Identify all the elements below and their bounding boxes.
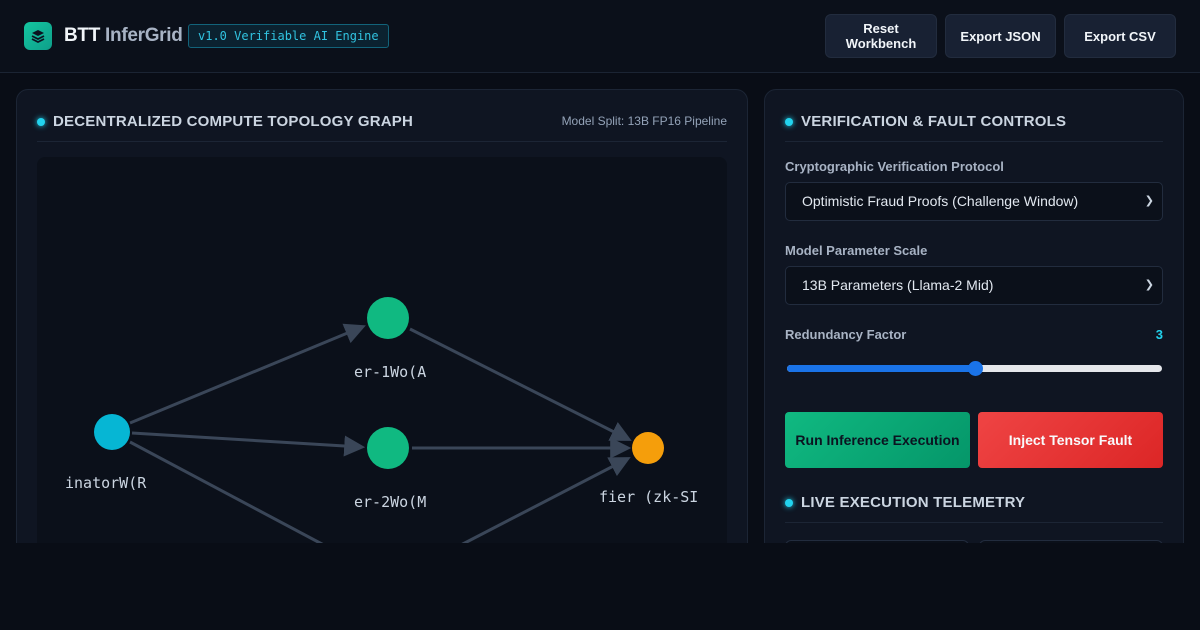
edge-coordinator-worker2 — [131, 431, 366, 457]
status-dot-icon — [785, 117, 793, 126]
protocol-label: Cryptographic Verification Protocol — [785, 159, 1004, 174]
controls-title: VERIFICATION & FAULT CONTROLS — [785, 113, 1066, 130]
chevron-down-icon: ❯ — [1144, 195, 1154, 207]
redundancy-slider-thumb[interactable] — [967, 361, 983, 376]
inject-fault-button[interactable]: Inject Tensor Fault — [978, 412, 1163, 468]
controls-divider — [785, 141, 1163, 142]
topology-graph-svg: inatorW(R er-1Wo(A er-2Wo(M fier (zk-SI — [65, 297, 698, 554]
scale-select-value: 13B Parameters (Llama-2 Mid) — [802, 277, 994, 293]
node-label-worker-1: er-1Wo(A — [354, 363, 426, 381]
brand-secondary: InferGrid — [105, 25, 183, 46]
brand-name: BTT InferGrid — [64, 25, 183, 47]
controls-title-text: VERIFICATION & FAULT CONTROLS — [801, 113, 1067, 130]
version-badge: v1.0 Verifiable AI Engine — [188, 24, 389, 48]
topology-title-text: DECENTRALIZED COMPUTE TOPOLOGY GRAPH — [53, 113, 414, 130]
telemetry-title: LIVE EXECUTION TELEMETRY — [785, 494, 1025, 511]
node-worker-2[interactable] — [367, 427, 409, 469]
topology-panel: DECENTRALIZED COMPUTE TOPOLOGY GRAPH Mod… — [16, 89, 748, 577]
model-split-label: Model Split: 13B FP16 Pipeline — [561, 114, 727, 128]
redundancy-slider[interactable] — [787, 361, 1162, 376]
node-verifier[interactable] — [632, 432, 664, 464]
top-bar: BTT InferGrid v1.0 Verifiable AI Engine … — [0, 0, 1200, 73]
redundancy-slider-fill — [787, 365, 975, 372]
topology-graph[interactable]: inatorW(R er-1Wo(A er-2Wo(M fier (zk-SI — [37, 157, 727, 577]
node-label-worker-2: er-2Wo(M — [354, 493, 426, 511]
redundancy-value: 3 — [1155, 327, 1163, 342]
scale-select[interactable]: 13B Parameters (Llama-2 Mid) ❯ — [785, 266, 1163, 305]
node-label-coordinator: inatorW(R — [65, 474, 147, 492]
brand-primary: BTT — [64, 25, 101, 46]
redundancy-label: Redundancy Factor — [785, 327, 907, 342]
edge-coordinator-worker1 — [129, 323, 366, 425]
status-dot-icon — [785, 498, 793, 507]
node-label-verifier: fier (zk-SI — [599, 488, 698, 506]
scale-label: Model Parameter Scale — [785, 243, 928, 258]
node-worker-1[interactable] — [367, 297, 409, 339]
controls-panel: VERIFICATION & FAULT CONTROLS Cryptograp… — [764, 89, 1184, 580]
topology-title: DECENTRALIZED COMPUTE TOPOLOGY GRAPH — [37, 113, 413, 130]
chevron-down-icon: ❯ — [1144, 279, 1154, 291]
node-coordinator[interactable] — [94, 414, 130, 450]
edge-coordinator-worker3 — [129, 440, 338, 554]
run-inference-button[interactable]: Run Inference Execution — [785, 412, 970, 468]
protocol-select-value: Optimistic Fraud Proofs (Challenge Windo… — [802, 193, 1079, 209]
export-csv-button[interactable]: Export CSV — [1064, 14, 1176, 58]
export-json-button[interactable]: Export JSON — [945, 14, 1056, 58]
edge-worker1-verifier — [409, 327, 632, 441]
protocol-select[interactable]: Optimistic Fraud Proofs (Challenge Windo… — [785, 182, 1163, 221]
page-footer-area — [0, 543, 1200, 630]
status-dot-icon — [37, 117, 45, 126]
topology-divider — [37, 141, 727, 142]
reset-workbench-button[interactable]: Reset Workbench — [825, 14, 937, 58]
telemetry-divider — [785, 522, 1163, 523]
layers-logo-icon — [24, 22, 52, 50]
telemetry-title-text: LIVE EXECUTION TELEMETRY — [801, 494, 1026, 511]
